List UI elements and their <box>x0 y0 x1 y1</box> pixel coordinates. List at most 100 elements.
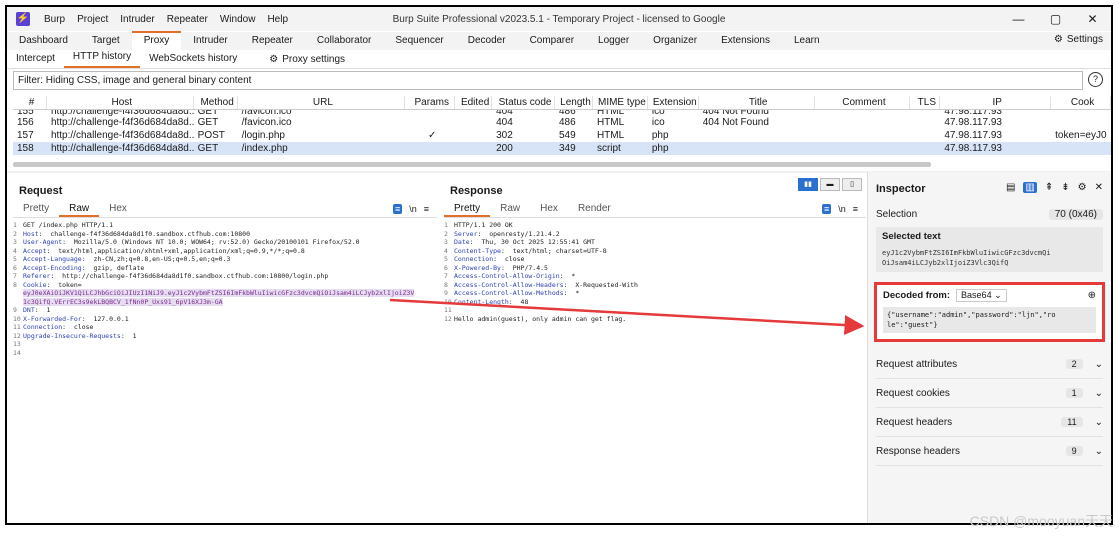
inspector-section[interactable]: Response headers 9 ⌄ <box>876 437 1103 466</box>
response-tab-render[interactable]: Render <box>568 202 621 217</box>
chevron-down-icon[interactable]: ⌄ <box>1095 417 1103 428</box>
menu-project[interactable]: Project <box>71 14 114 25</box>
response-tab-hex[interactable]: Hex <box>530 202 568 217</box>
horizontal-scrollbar[interactable] <box>13 162 931 167</box>
column-header[interactable]: Extension <box>648 96 699 109</box>
table-cell: /favicon.ico <box>241 117 292 128</box>
inspector-section[interactable]: Request attributes 2 ⌄ <box>876 350 1103 379</box>
pretty-print-icon[interactable]: ≡ <box>392 204 403 214</box>
menu-burp[interactable]: Burp <box>38 14 71 25</box>
menu-window[interactable]: Window <box>214 14 262 25</box>
column-header[interactable]: Length <box>555 96 593 109</box>
menu-help[interactable]: Help <box>261 14 294 25</box>
chevron-down-icon[interactable]: ⌄ <box>1095 359 1103 370</box>
column-header[interactable]: Cook <box>1051 96 1111 109</box>
list-view-icon[interactable]: ▤ <box>1006 182 1015 193</box>
add-decoder-icon[interactable]: ⊕ <box>1088 290 1096 301</box>
newline-icon[interactable]: \n <box>409 204 417 214</box>
column-header[interactable]: Host <box>47 96 194 109</box>
menu-icon[interactable]: ≡ <box>853 204 858 214</box>
table-cell: php <box>651 143 669 154</box>
column-header[interactable]: URL <box>238 96 406 109</box>
column-header[interactable]: TLS <box>910 96 941 109</box>
request-editor[interactable]: 1 GET /index.php HTTP/1.1 2 Host: challenge… <box>13 221 437 357</box>
close-icon[interactable]: ✕ <box>1095 182 1103 193</box>
table-cell <box>1051 142 1111 155</box>
pretty-print-icon[interactable]: ≡ <box>821 204 832 214</box>
tab-comparer[interactable]: Comparer <box>518 33 586 50</box>
table-cell <box>699 129 815 142</box>
inspector-section[interactable]: Request headers 11 ⌄ <box>876 408 1103 437</box>
column-header[interactable]: Status code <box>492 96 555 109</box>
decoded-box: Decoded from: Base64 ⌄ ⊕ {"username":"ad… <box>874 282 1105 342</box>
column-header[interactable]: MIME type <box>593 96 648 109</box>
proxy-settings-button[interactable]: ⚙ Proxy settings <box>260 51 354 68</box>
column-header[interactable]: # <box>13 96 47 109</box>
column-header[interactable]: Comment <box>815 96 911 109</box>
decoder-select[interactable]: Base64 ⌄ <box>956 288 1007 302</box>
count-badge: 9 <box>1065 446 1083 456</box>
menu-icon[interactable]: ≡ <box>424 204 429 214</box>
expand-icon[interactable]: ⇟ <box>1061 182 1069 193</box>
menu-intruder[interactable]: Intruder <box>114 14 160 25</box>
decoded-text[interactable]: {"username":"admin","password":"ljn","ro… <box>883 307 1096 333</box>
tab-logger[interactable]: Logger <box>586 33 641 50</box>
maximize-button[interactable]: ▢ <box>1037 7 1074 31</box>
column-header[interactable]: Edited <box>455 96 493 109</box>
table-row[interactable]: 158 http://challenge-f4f36d684da8d... GET /… <box>13 142 1111 155</box>
chevron-down-icon[interactable]: ⌄ <box>1095 388 1103 399</box>
table-row[interactable]: 157 http://challenge-f4f36d684da8d... POST… <box>13 129 1111 142</box>
panel-layout-icon[interactable]: ▥ <box>1023 182 1037 193</box>
tab-decoder[interactable]: Decoder <box>456 33 518 50</box>
column-header[interactable]: Title <box>699 96 815 109</box>
table-cell: 200 <box>496 143 513 154</box>
response-editor[interactable]: 1 HTTP/1.1 200 OK 2 Server: openresty/1.21.… <box>444 221 866 323</box>
menu-repeater[interactable]: Repeater <box>161 14 214 25</box>
layout-horizontal-icon[interactable]: ▬ <box>820 178 840 191</box>
tab-intercept[interactable]: Intercept <box>7 51 64 68</box>
settings-button[interactable]: ⚙ Settings <box>1054 34 1103 45</box>
request-tab-hex[interactable]: Hex <box>99 202 137 217</box>
code-line: 7 Access-Control-Allow-Origin: * <box>444 272 576 280</box>
selected-text-value[interactable]: eyJ1c2VybmFtZSI6ImFkbWluIiwicGFzc3dvcmQi… <box>882 248 1097 268</box>
tab-websockets-history[interactable]: WebSockets history <box>140 51 246 68</box>
column-header[interactable]: Method <box>194 96 238 109</box>
column-header[interactable]: Params <box>405 96 456 109</box>
tab-target[interactable]: Target <box>80 33 132 50</box>
tab-learn[interactable]: Learn <box>782 33 832 50</box>
layout-split-icon[interactable]: ▮▮ <box>798 178 818 191</box>
column-header[interactable]: IP <box>940 96 1052 109</box>
response-tab-pretty[interactable]: Pretty <box>444 202 491 217</box>
section-label: Request cookies <box>876 387 950 399</box>
tab-proxy[interactable]: Proxy <box>131 31 182 50</box>
chevron-down-icon[interactable]: ⌄ <box>1095 446 1103 457</box>
tab-repeater[interactable]: Repeater <box>240 33 305 50</box>
code-line: 12 Hello admin(guest), only admin can get… <box>444 314 627 323</box>
help-icon[interactable]: ? <box>1088 72 1103 87</box>
table-row[interactable]: 156 http://challenge-f4f36d684da8d... GET /… <box>13 116 1111 129</box>
tab-sequencer[interactable]: Sequencer <box>383 33 455 50</box>
tab-intruder[interactable]: Intruder <box>181 33 239 50</box>
close-button[interactable]: ✕ <box>1074 7 1111 31</box>
tab-collaborator[interactable]: Collaborator <box>305 33 383 50</box>
collapse-icon[interactable]: ⇞ <box>1045 182 1053 193</box>
request-tab-pretty[interactable]: Pretty <box>13 202 59 217</box>
layout-vertical-icon[interactable]: ▯ <box>842 178 862 191</box>
minimize-button[interactable]: — <box>1000 7 1037 31</box>
table-cell <box>815 116 911 129</box>
tab-http-history[interactable]: HTTP history <box>63 49 141 68</box>
request-tab-raw[interactable]: Raw <box>59 202 100 217</box>
inspector-section[interactable]: Request cookies 1 ⌄ <box>876 379 1103 408</box>
table-cell <box>815 142 911 155</box>
code-line: 1 GET /index.php HTTP/1.1 <box>13 221 114 229</box>
gear-icon[interactable]: ⚙ <box>1078 182 1087 193</box>
chevron-down-icon: ⌄ <box>994 289 1002 300</box>
tab-dashboard[interactable]: Dashboard <box>7 33 80 50</box>
tab-organizer[interactable]: Organizer <box>641 33 709 50</box>
tab-extensions[interactable]: Extensions <box>709 33 782 50</box>
selection-value: 70 (0x46) <box>1048 208 1103 220</box>
filter-bar[interactable]: Filter: Hiding CSS, image and general bi… <box>13 71 1083 90</box>
response-tab-raw[interactable]: Raw <box>490 202 530 217</box>
count-badge: 2 <box>1065 359 1083 369</box>
newline-icon[interactable]: \n <box>838 204 846 214</box>
